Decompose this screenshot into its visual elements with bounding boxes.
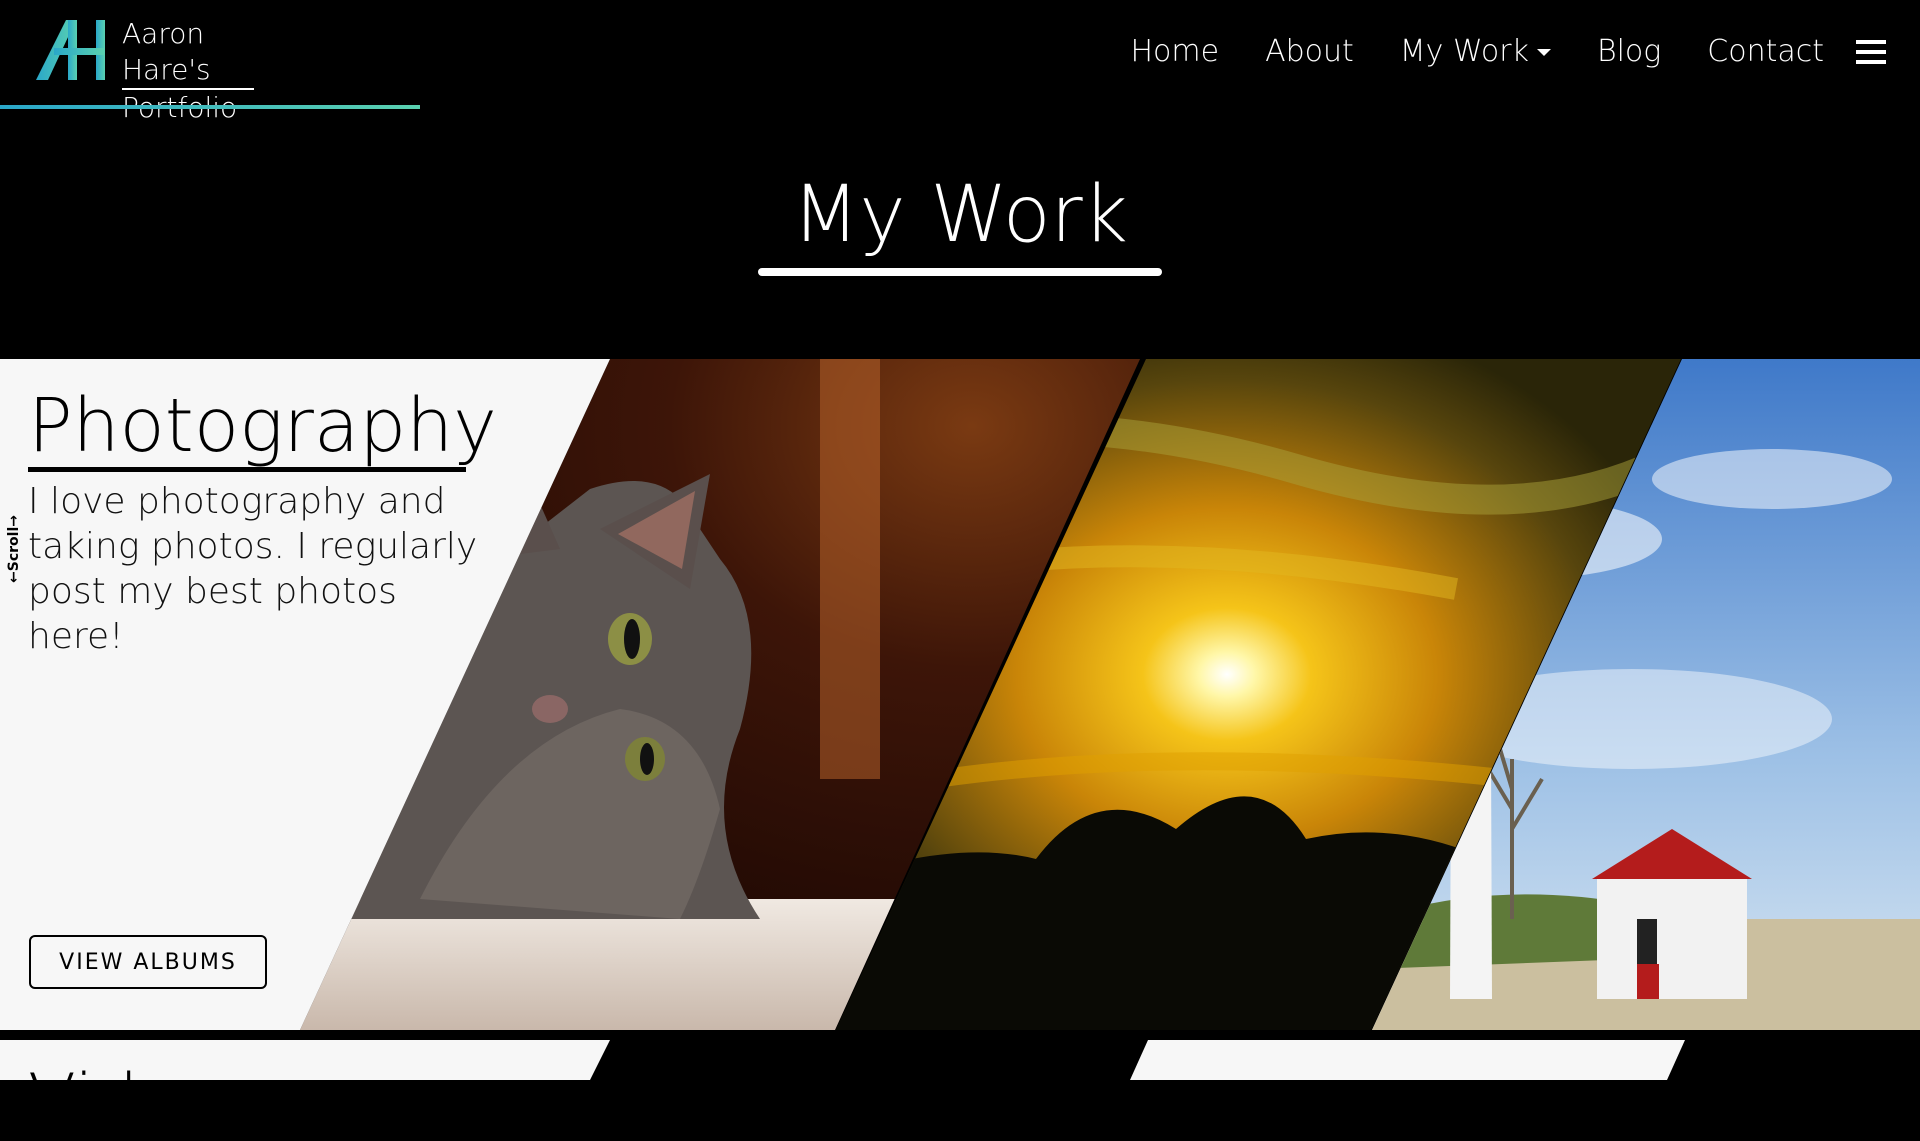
page-title: My Work xyxy=(792,170,1128,260)
brand-name: Aaron Hare's Portfolio xyxy=(122,16,254,126)
nav-contact[interactable]: Contact xyxy=(1707,30,1824,74)
site-header: Aaron Hare's Portfolio Home About My Wor… xyxy=(0,0,1920,124)
view-albums-button[interactable]: VIEW ALBUMS xyxy=(29,935,267,989)
scroll-hint: ←Scroll→ xyxy=(4,509,24,589)
caret-down-icon xyxy=(1536,48,1551,56)
brand-accent-underline xyxy=(0,105,420,109)
section-description: I love photography and taking photos. I … xyxy=(28,481,478,657)
nav-about[interactable]: About xyxy=(1265,30,1354,74)
section-divider xyxy=(28,1030,1920,1040)
main-nav: Home About My Work Blog Contact xyxy=(1131,30,1825,74)
brand-logo-icon xyxy=(36,20,105,80)
brand-logo-link[interactable]: Aaron Hare's Portfolio xyxy=(30,14,320,124)
next-section-panel xyxy=(1130,1040,1685,1080)
nav-blog[interactable]: Blog xyxy=(1597,30,1661,74)
section-title-underline xyxy=(28,467,466,472)
scroll-hint-label: ←Scroll→ xyxy=(6,515,22,583)
brand-name-line1: Aaron Hare's xyxy=(122,16,254,90)
nav-my-work-label: My Work xyxy=(1399,34,1529,69)
page-title-underline xyxy=(758,268,1162,276)
nav-my-work[interactable]: My Work xyxy=(1400,30,1551,74)
photography-section: Photography ←Scroll→ I love photography … xyxy=(0,359,1920,1030)
hamburger-menu-icon[interactable] xyxy=(1856,40,1886,64)
next-section-title: Vide xyxy=(28,1059,182,1141)
nav-home[interactable]: Home xyxy=(1131,30,1220,74)
section-title: Photography xyxy=(28,383,497,469)
